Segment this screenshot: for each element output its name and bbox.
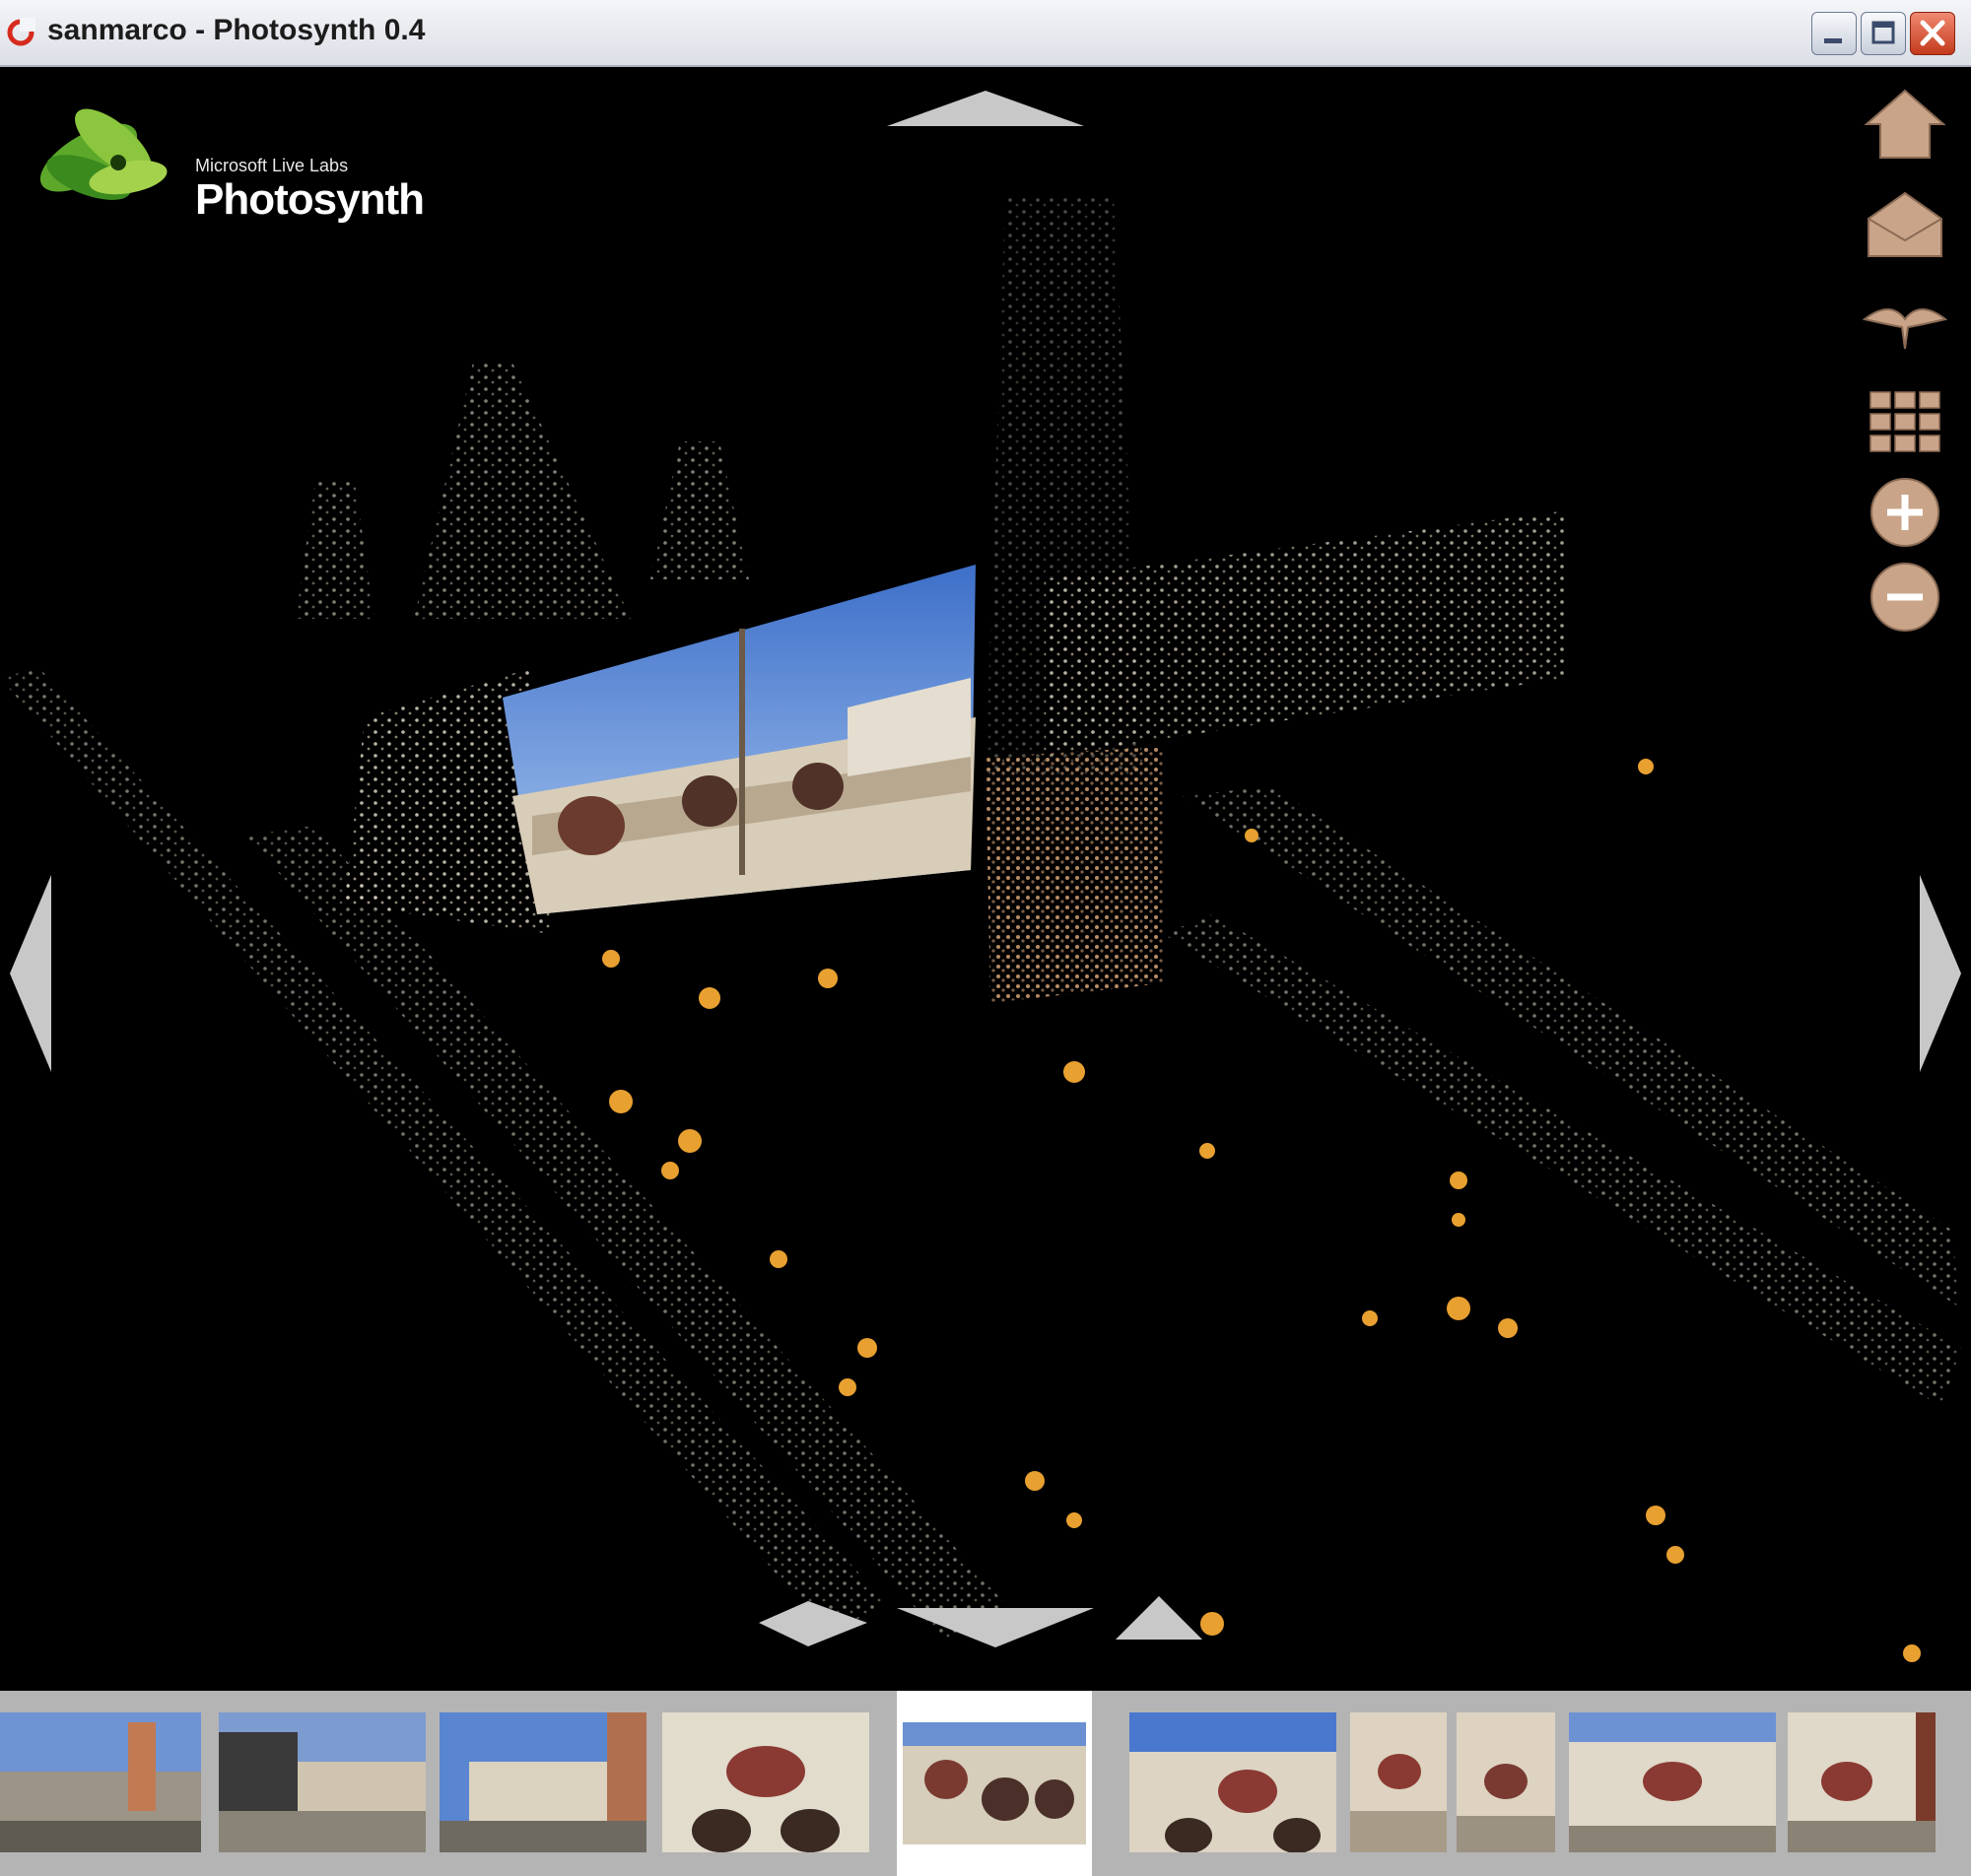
app-icon xyxy=(7,18,35,46)
point-cloud-spires xyxy=(296,363,749,619)
home-icon[interactable] xyxy=(1861,87,1949,166)
leaf-logo-icon xyxy=(39,108,168,200)
thumbnail-filmstrip xyxy=(0,1691,1971,1876)
grid-icon[interactable] xyxy=(1861,382,1949,461)
thumbnail[interactable] xyxy=(219,1712,426,1852)
up-arrow-icon[interactable] xyxy=(887,89,1084,130)
point-cloud-ground xyxy=(0,668,1961,1643)
bird-overview-icon[interactable] xyxy=(1861,284,1949,363)
move-down-left-icon[interactable] xyxy=(759,1599,877,1648)
minimize-icon xyxy=(1824,38,1842,43)
photosynth-logo: Microsoft Live Labs Photosynth xyxy=(20,89,425,246)
maximize-button[interactable] xyxy=(1861,12,1906,55)
close-icon xyxy=(1920,20,1945,46)
zoom-out-icon[interactable] xyxy=(1861,558,1949,636)
point-cloud-scene xyxy=(0,195,1961,1662)
maximize-icon xyxy=(1871,21,1895,44)
thumbnail[interactable] xyxy=(1569,1712,1776,1852)
thumbnail[interactable] xyxy=(0,1712,201,1852)
logo-name: Photosynth xyxy=(195,175,425,224)
down-arrow-icon[interactable] xyxy=(897,1604,1094,1651)
title-bar: sanmarco - Photosynth 0.4 xyxy=(0,0,1971,67)
thumbnail-selected[interactable] xyxy=(897,1691,1092,1876)
right-arrow-icon[interactable] xyxy=(1914,875,1963,1072)
window-title: sanmarco - Photosynth 0.4 xyxy=(47,14,426,46)
zoom-in-icon[interactable] xyxy=(1861,473,1949,552)
thumbnail[interactable] xyxy=(1350,1712,1447,1852)
envelope-icon[interactable] xyxy=(1861,185,1949,264)
thumbnail[interactable] xyxy=(440,1712,646,1852)
point-cloud-viewer[interactable]: Microsoft Live Labs Photosynth xyxy=(0,67,1971,1691)
minimize-button[interactable] xyxy=(1811,12,1857,55)
thumbnail[interactable] xyxy=(1788,1712,1936,1852)
logo-subtitle: Microsoft Live Labs xyxy=(195,156,349,175)
move-up-right-icon[interactable] xyxy=(1116,1594,1204,1643)
left-arrow-icon[interactable] xyxy=(8,875,57,1072)
thumbnail[interactable] xyxy=(662,1712,869,1852)
close-button[interactable] xyxy=(1910,12,1955,55)
thumbnail[interactable] xyxy=(1457,1712,1555,1852)
thumbnail[interactable] xyxy=(1129,1712,1336,1852)
